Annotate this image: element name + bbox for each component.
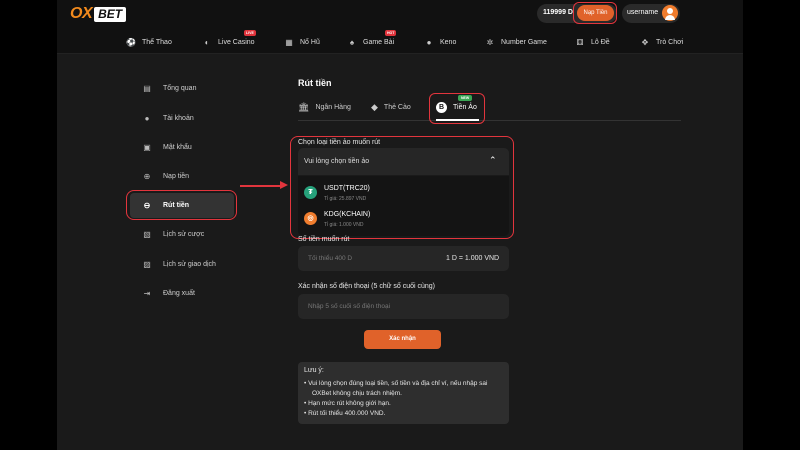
page-title: Rút tiền [298, 78, 332, 88]
avatar[interactable] [662, 5, 678, 21]
sidebar-item-rut-tien[interactable]: ⊖ Rút tiền [141, 198, 189, 212]
nav-item-live-casino[interactable]: ◐ Live Casino LIVE [202, 30, 256, 48]
annotation-arrow-line [240, 185, 283, 187]
sidebar-item-label: Tổng quan [163, 84, 197, 92]
balance-amount: 119999 D [543, 9, 573, 16]
withdraw-icon: ⊖ [143, 200, 151, 210]
username: username [627, 9, 659, 16]
slot-icon: ▦ [285, 37, 293, 47]
mask-icon: ◐ [204, 37, 210, 47]
gamepad-icon: ✥ [641, 37, 649, 47]
sidebar-item-label: Đăng xuất [163, 289, 195, 297]
transaction-history-icon: ▨ [143, 259, 151, 269]
live-badge: LIVE [244, 30, 256, 36]
deposit-highlight-box [573, 2, 617, 24]
sidebar-item-lich-su-cuoc[interactable]: ▧ Lịch sử cược [141, 227, 204, 241]
note-line: OXBet không chịu trách nhiệm. [312, 390, 402, 397]
tab-ngan-hang[interactable]: 🏛 Ngân Hàng [298, 101, 351, 113]
select-highlight-box [290, 136, 514, 239]
soccer-ball-icon: ⚽ [126, 37, 136, 47]
tab-label: Thẻ Cào [383, 103, 411, 111]
lock-icon: ▣ [143, 142, 151, 152]
amount-rate: 1 D = 1.000 VND [446, 255, 500, 262]
hot-badge: HOT [385, 30, 397, 36]
amount-label: Số tiền muốn rút [298, 236, 350, 243]
oxbet-logo[interactable]: OX BET [70, 5, 127, 22]
phone-placeholder: Nhập 5 số cuối số điện thoại [308, 303, 391, 310]
sidebar-item-label: Lịch sử cược [163, 230, 205, 238]
sidebar-item-label: Lịch sử giao dịch [163, 260, 216, 268]
nav-item-number-game[interactable]: ✲ Number Game [485, 36, 547, 48]
note-line: • Vui lòng chọn đúng loại tiền, số tiền … [304, 380, 488, 387]
note-line: • Rút tối thiểu 400.000 VND. [304, 410, 386, 417]
tab-label: Ngân Hàng [315, 103, 351, 111]
sidebar-item-lich-su-giao-dich[interactable]: ▨ Lịch sử giao dịch [141, 257, 216, 271]
nav-label: Number Game [501, 38, 547, 46]
tabs-divider [298, 120, 681, 121]
nav-item-lo-de[interactable]: ⚅ Lô Đề [575, 36, 610, 48]
nav-item-no-hu[interactable]: ▦ Nổ Hũ [284, 36, 320, 48]
nav-label: Keno [440, 38, 457, 46]
logout-icon: ⇥ [143, 288, 151, 298]
tab-highlight-box [429, 93, 485, 124]
sidebar-item-tai-khoan[interactable]: ● Tài khoản [141, 111, 194, 125]
bet-history-icon: ▧ [143, 229, 151, 239]
sidebar-item-dang-xuat[interactable]: ⇥ Đăng xuất [141, 286, 195, 300]
sidebar-item-tong-quan[interactable]: ▤ Tổng quan [141, 81, 196, 95]
nav-label: Trò Chơi [656, 38, 684, 46]
nav-label: Thể Thao [142, 38, 172, 46]
overview-icon: ▤ [143, 83, 151, 93]
sidebar-item-mat-khau[interactable]: ▣ Mật khẩu [141, 140, 192, 154]
confirm-button[interactable]: Xác nhận [364, 330, 441, 349]
sidebar-item-label: Rút tiền [163, 201, 190, 209]
nav-item-tro-choi[interactable]: ✥ Trò Chơi [640, 36, 684, 48]
dice-icon: ⚅ [576, 37, 584, 47]
user-icon: ● [144, 113, 150, 123]
logo-bet: BET [94, 6, 127, 22]
logo-ox: OX [70, 5, 93, 22]
nav-label: Lô Đề [591, 38, 610, 46]
nav-item-game-bai[interactable]: ♠ Game Bài HOT [347, 30, 397, 48]
note-title: Lưu ý: [304, 367, 324, 374]
card-icon: ◆ [371, 101, 378, 112]
deposit-icon: ⊕ [143, 171, 151, 181]
annotation-arrow-head [280, 181, 288, 189]
bank-icon: 🏛 [298, 101, 310, 112]
amount-placeholder: Tối thiểu 400 D [308, 255, 353, 262]
note-line: • Hạn mức rút không giới hạn. [304, 400, 391, 407]
nav-label: Nổ Hũ [300, 38, 320, 46]
tab-the-cao[interactable]: ◆ Thẻ Cào [371, 101, 411, 113]
sidebar-item-label: Nạp tiền [163, 172, 190, 180]
sidebar-item-nap-tien[interactable]: ⊕ Nạp tiền [141, 169, 189, 183]
nav-item-the-thao[interactable]: ⚽ Thể Thao [126, 36, 172, 48]
sidebar-item-label: Mật khẩu [163, 143, 192, 151]
spade-icon: ♠ [349, 37, 355, 47]
nav-label: Game Bài [363, 38, 395, 46]
sidebar-item-label: Tài khoản [163, 114, 194, 122]
phone-label: Xác nhận số điện thoại (5 chữ số cuối cù… [298, 283, 435, 290]
nav-label: Live Casino [218, 38, 255, 46]
keno-ball-icon: ● [426, 37, 432, 47]
nav-item-keno[interactable]: ● Keno [424, 36, 457, 48]
number-icon: ✲ [486, 37, 494, 47]
